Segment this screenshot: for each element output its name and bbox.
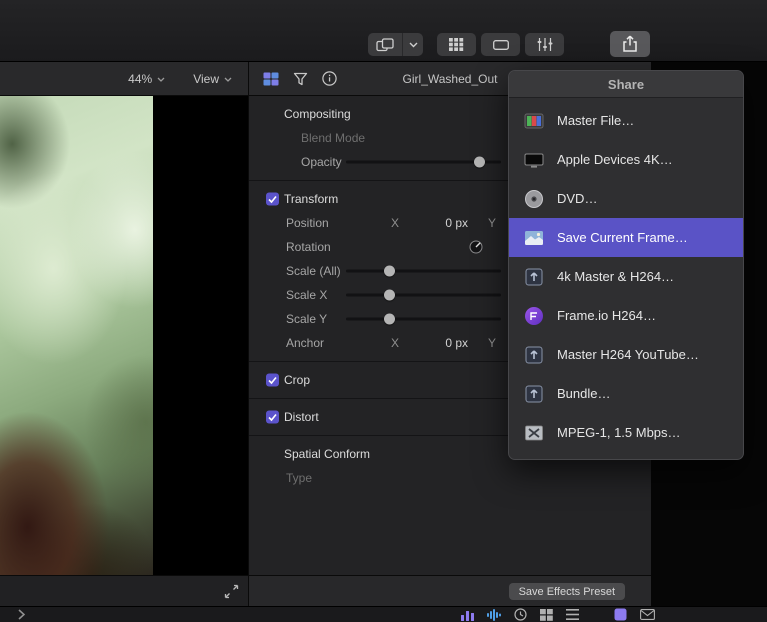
row-label: Rotation — [286, 240, 331, 254]
share-menu-item-master-file[interactable]: Master File… — [509, 101, 743, 140]
effects-icon[interactable] — [614, 608, 627, 621]
row-label: Transform — [284, 192, 339, 206]
export-box-icon — [522, 382, 545, 405]
rotation-dial-icon[interactable] — [469, 240, 483, 254]
chevron-down-icon — [224, 77, 232, 82]
grid-view-button[interactable] — [437, 33, 476, 56]
share-menu-item-label: Save Current Frame… — [557, 230, 688, 245]
row-label: Crop — [284, 373, 311, 387]
mail-icon[interactable] — [640, 609, 655, 620]
filmstrip-view-icon — [492, 39, 509, 50]
share-button[interactable] — [610, 31, 650, 57]
share-menu-item-label: Bundle… — [557, 386, 611, 401]
row-label: Opacity — [301, 155, 342, 169]
audio-meters-icon[interactable] — [461, 609, 474, 621]
share-menu-item-label: Master H264 YouTube… — [557, 347, 699, 362]
slider-track — [346, 317, 501, 321]
viewer-header: 44% View — [0, 62, 248, 96]
mpeg-icon — [522, 421, 545, 444]
row-label: Anchor — [286, 336, 325, 350]
row-label: Scale Y — [286, 312, 328, 326]
index-grid-icon[interactable] — [540, 608, 553, 621]
slider-track — [346, 293, 501, 297]
share-menu-item-label: MPEG-1, 1.5 Mbps… — [557, 425, 681, 440]
adjust-sliders-icon — [537, 38, 553, 51]
row-label: Scale (All) — [286, 264, 341, 278]
checkbox-crop[interactable] — [266, 373, 279, 387]
slider-track — [346, 269, 501, 273]
share-menu-title: Share — [509, 71, 743, 98]
slider-knob[interactable] — [383, 265, 395, 277]
share-menu-items: Master File… Apple Devices 4K… DVD… Save Cu… — [509, 98, 743, 459]
row-label: Scale X — [286, 288, 328, 302]
row-label: Type — [286, 471, 313, 485]
timer-icon[interactable] — [514, 608, 527, 621]
chevron-down-icon[interactable] — [402, 33, 423, 56]
final-cut-window: 44% View Girl_Washed_Out Compositing Ble… — [0, 0, 767, 622]
view-menu[interactable]: View — [193, 72, 232, 86]
bottom-bar — [0, 606, 767, 622]
y-axis-label: Y — [488, 216, 497, 230]
x-axis-label: X — [391, 336, 400, 350]
row-label: Compositing — [284, 107, 351, 121]
frameio-icon — [522, 304, 545, 327]
clip-appearance-button[interactable] — [368, 33, 423, 56]
zoom-menu[interactable]: 44% — [128, 72, 165, 86]
share-menu-item-label: Master File… — [557, 113, 635, 128]
export-box-icon — [522, 343, 545, 366]
y-axis-label: Y — [488, 336, 497, 350]
share-menu-item-bundle[interactable]: Bundle… — [509, 374, 743, 413]
main-toolbar — [0, 0, 767, 62]
share-menu-item-label: 4k Master & H264… — [557, 269, 675, 284]
row-label: Blend Mode — [301, 131, 366, 145]
inspector-row-type: Type — [249, 466, 651, 490]
master-file-icon — [522, 109, 545, 132]
chevron-down-icon — [157, 77, 165, 82]
dvd-icon — [522, 187, 545, 210]
checkbox-transform[interactable] — [266, 192, 279, 206]
share-menu-item-label: Frame.io H264… — [557, 308, 656, 323]
share-menu-item-mpeg-1-1-5-mbps[interactable]: MPEG-1, 1.5 Mbps… — [509, 413, 743, 452]
expand-icon — [224, 584, 239, 599]
row-label: Spatial Conform — [284, 447, 371, 461]
filmstrip-view-button[interactable] — [481, 33, 520, 56]
video-preview-image — [0, 96, 153, 575]
share-menu-item-save-current-frame[interactable]: Save Current Frame… — [509, 218, 743, 257]
share-menu-item-dvd[interactable]: DVD… — [509, 179, 743, 218]
checkbox-distort[interactable] — [266, 410, 279, 424]
save-effects-preset-button[interactable]: Save Effects Preset — [508, 583, 625, 600]
value-field[interactable]: 0 px — [399, 216, 468, 230]
slider-knob[interactable] — [383, 313, 395, 325]
viewer-canvas — [0, 96, 248, 575]
share-menu-item-apple-devices-4k[interactable]: Apple Devices 4K… — [509, 140, 743, 179]
share-menu-popover: Share Master File… Apple Devices 4K… DVD… S… — [508, 70, 744, 460]
overlap-squares-icon — [368, 33, 402, 56]
list-view-icon[interactable] — [566, 609, 579, 620]
value-field[interactable]: 0 px — [399, 336, 468, 350]
expand-viewer-button[interactable] — [222, 582, 241, 601]
view-menu-label: View — [193, 71, 219, 86]
share-menu-item-master-h264-youtube[interactable]: Master H264 YouTube… — [509, 335, 743, 374]
chevron-right-icon[interactable] — [18, 609, 25, 620]
zoom-level: 44% — [128, 71, 153, 86]
x-axis-label: X — [391, 216, 400, 230]
adjust-view-button[interactable] — [525, 33, 564, 56]
share-icon — [622, 35, 638, 53]
bottom-bar-icons — [461, 608, 655, 621]
share-menu-item-frame-io-h264[interactable]: Frame.io H264… — [509, 296, 743, 335]
apple-devices-icon — [522, 148, 545, 171]
share-menu-item-4k-master-h264[interactable]: 4k Master & H264… — [509, 257, 743, 296]
slider-knob[interactable] — [473, 156, 485, 168]
slider-knob[interactable] — [383, 289, 395, 301]
share-menu-item-label: DVD… — [557, 191, 598, 206]
row-label: Position — [286, 216, 329, 230]
save-frame-icon — [522, 226, 545, 249]
export-box-icon — [522, 265, 545, 288]
inspector-footer: Save Effects Preset — [248, 575, 651, 606]
row-label: Distort — [284, 410, 319, 424]
viewer-footer — [0, 575, 248, 606]
waveform-icon[interactable] — [487, 608, 501, 621]
share-menu-item-label: Apple Devices 4K… — [557, 152, 673, 167]
grid-view-icon — [449, 38, 464, 51]
